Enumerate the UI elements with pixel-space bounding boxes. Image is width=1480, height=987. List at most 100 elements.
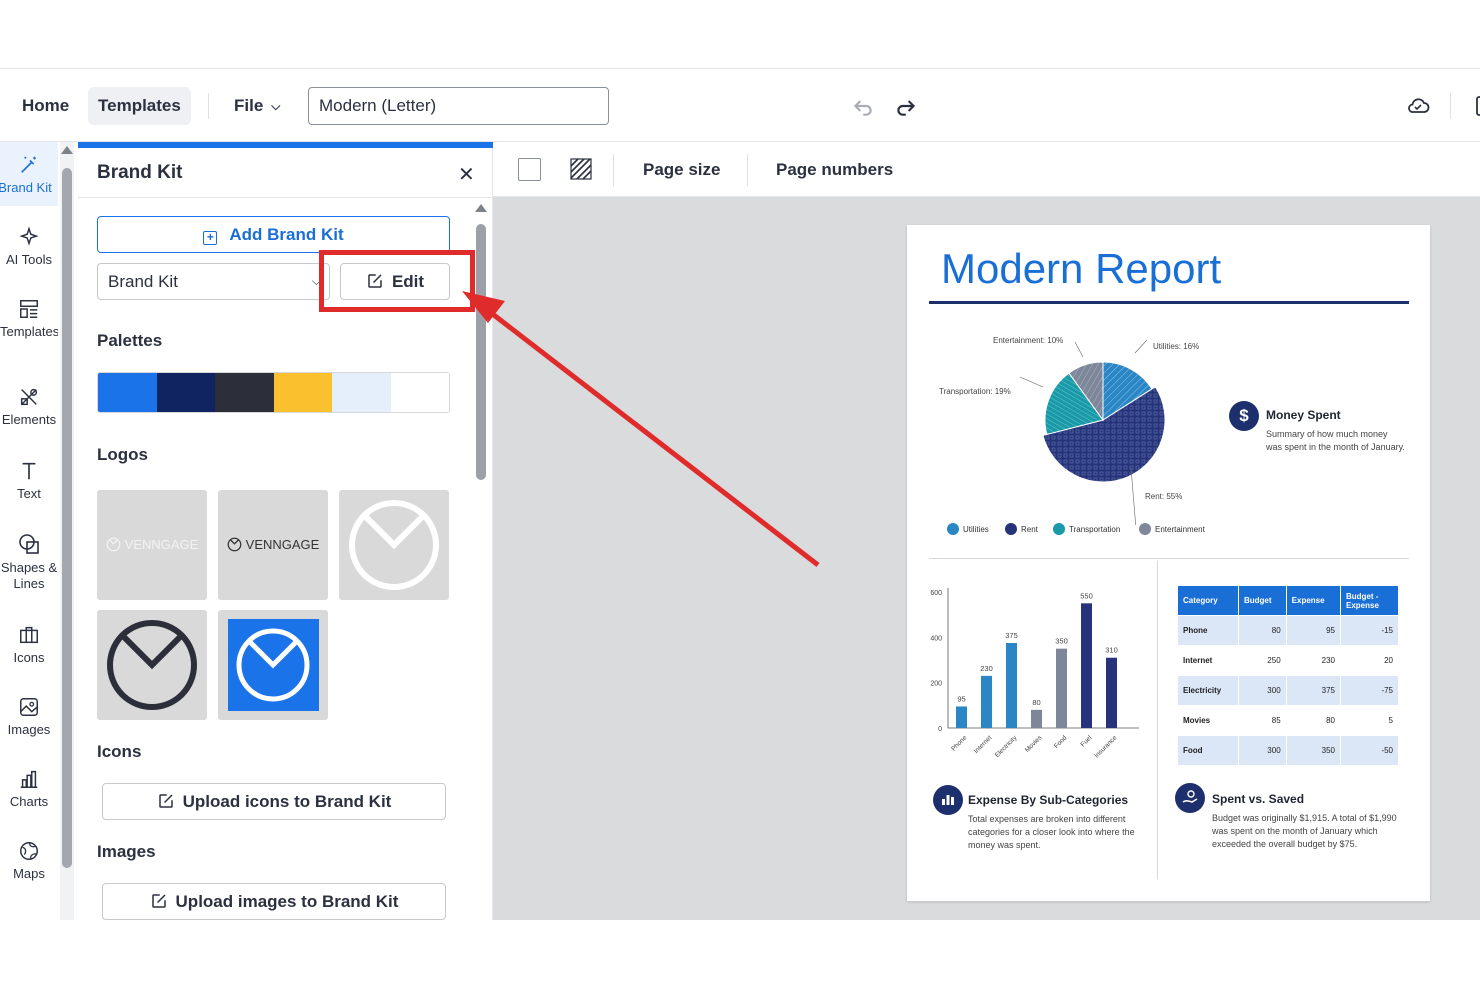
- background-color-swatch[interactable]: [518, 158, 541, 181]
- bar-category-label: Fuel: [1080, 734, 1094, 748]
- rail-item-label: Elements: [1, 412, 57, 427]
- spent-saved-text[interactable]: Budget was originally $1,915. A total of…: [1212, 812, 1397, 851]
- logo-tile[interactable]: [339, 490, 449, 600]
- logo-text: VENNGAGE: [245, 537, 320, 552]
- pie-label-rent: Rent: 55%: [1145, 492, 1183, 501]
- templates-button[interactable]: Templates: [88, 87, 191, 125]
- rail-item-charts[interactable]: Charts: [0, 768, 58, 809]
- rail-item-elements[interactable]: Elements: [0, 386, 58, 427]
- image-icon: [20, 698, 38, 716]
- report-title[interactable]: Modern Report: [941, 245, 1221, 293]
- edit-button[interactable]: Edit: [340, 263, 450, 300]
- money-spent-heading[interactable]: Money Spent: [1266, 408, 1341, 422]
- table-row[interactable]: Electricity 300 375 -75: [1177, 675, 1399, 706]
- rail-item-shapes[interactable]: Shapes & Lines: [0, 532, 58, 592]
- bar-internet[interactable]: [981, 675, 992, 728]
- legend-item: Entertainment: [1139, 523, 1205, 535]
- undo-icon[interactable]: [850, 93, 876, 119]
- left-rail: Brand Kit AI Tools Templates Elements Te…: [0, 142, 60, 920]
- images-heading: Images: [97, 842, 156, 861]
- budget-table[interactable]: Category Budget Expense Budget - Expense Ph…: [1177, 585, 1399, 766]
- table-row[interactable]: Phone 80 95 -15: [1177, 615, 1399, 646]
- money-spent-text[interactable]: Summary of how much money was spent in t…: [1266, 428, 1406, 454]
- bar-chart-icon: [20, 770, 38, 788]
- rail-item-maps[interactable]: Maps: [0, 840, 58, 881]
- page-size-button[interactable]: Page size: [643, 160, 721, 180]
- rail-item-templates[interactable]: Templates: [0, 298, 58, 339]
- scroll-up-icon[interactable]: [475, 204, 487, 212]
- brand-kit-panel: Brand Kit ✕ + Add Brand Kit Brand Kit ⌵ Ed…: [78, 142, 493, 920]
- palette-swatch[interactable]: [98, 373, 157, 412]
- venngage-logo-icon: [107, 620, 197, 710]
- document-page[interactable]: Modern Report Entertainment: 10% Utiliti…: [907, 225, 1430, 901]
- scroll-thumb[interactable]: [476, 224, 486, 480]
- rail-item-text[interactable]: Text: [0, 460, 58, 501]
- table-header-cell: Category: [1177, 585, 1239, 616]
- palette-swatch[interactable]: [215, 373, 274, 412]
- bar-food[interactable]: [1056, 648, 1067, 728]
- close-icon[interactable]: ✕: [458, 162, 475, 187]
- expense-categories-text[interactable]: Total expenses are broken into different…: [968, 813, 1143, 852]
- logo-tile[interactable]: [218, 610, 328, 720]
- table-cell: 300: [1237, 735, 1287, 766]
- chevron-down-icon: ⌵: [311, 274, 321, 288]
- bar-phone[interactable]: [956, 706, 967, 728]
- logo-tile[interactable]: [97, 610, 207, 720]
- bar-electricity[interactable]: [1006, 643, 1017, 728]
- divider: [613, 154, 614, 186]
- pie-label-transportation: Transportation: 19%: [939, 387, 1011, 396]
- rail-item-label: Templates: [0, 324, 58, 339]
- upload-icon: [151, 894, 166, 908]
- table-cell: 350: [1285, 735, 1342, 766]
- panel-icon[interactable]: [1468, 93, 1480, 119]
- pattern-icon[interactable]: [570, 158, 592, 180]
- canvas-area[interactable]: Modern Report Entertainment: 10% Utiliti…: [493, 197, 1480, 920]
- cloud-sync-icon[interactable]: [1405, 93, 1431, 119]
- bar-ytick: 200: [930, 681, 942, 688]
- palettes-heading: Palettes: [97, 331, 163, 350]
- logo-tile[interactable]: VENNGAGE: [218, 490, 328, 600]
- spent-saved-heading[interactable]: Spent vs. Saved: [1212, 792, 1304, 806]
- upload-icons-button[interactable]: Upload icons to Brand Kit: [102, 783, 446, 820]
- table-row[interactable]: Movies 85 80 5: [1177, 705, 1399, 736]
- bar-chart[interactable]: 0 200 400 600 95 Phone 230 Internet 375 Electrici…: [927, 580, 1152, 770]
- file-menu-button[interactable]: File ⌵: [224, 87, 290, 125]
- upload-images-button[interactable]: Upload images to Brand Kit: [102, 883, 446, 920]
- logo-tile[interactable]: VENNGAGE: [97, 490, 207, 600]
- brand-palette[interactable]: [97, 372, 450, 413]
- table-header-cell: Expense: [1285, 585, 1342, 616]
- bar-category-label: Internet: [973, 734, 994, 755]
- pie-leader-line: [1130, 467, 1137, 525]
- palette-swatch[interactable]: [332, 373, 391, 412]
- bar-movies[interactable]: [1031, 709, 1042, 728]
- palette-swatch[interactable]: [273, 373, 332, 412]
- scroll-thumb[interactable]: [62, 168, 72, 868]
- rail-item-images[interactable]: Images: [0, 696, 58, 737]
- magic-wand-icon: [21, 156, 36, 173]
- brand-kit-select[interactable]: Brand Kit ⌵: [97, 263, 330, 300]
- table-row[interactable]: Internet 250 230 20: [1177, 645, 1399, 676]
- scroll-up-icon[interactable]: [61, 146, 73, 154]
- bar-fuel[interactable]: [1081, 603, 1092, 728]
- table-row[interactable]: Food 300 350 -50: [1177, 735, 1399, 766]
- bar-value-label: 375: [1005, 631, 1018, 640]
- rail-scrollbar[interactable]: [60, 142, 74, 920]
- page-numbers-button[interactable]: Page numbers: [776, 160, 893, 180]
- redo-icon[interactable]: [893, 93, 919, 119]
- icons-heading: Icons: [97, 742, 142, 761]
- expense-categories-heading[interactable]: Expense By Sub-Categories: [968, 793, 1128, 807]
- rail-item-ai-tools[interactable]: AI Tools: [0, 226, 58, 267]
- bar-insurance[interactable]: [1106, 657, 1117, 728]
- palette-swatch[interactable]: [390, 373, 449, 412]
- rail-item-icons[interactable]: Icons: [0, 624, 58, 665]
- bar-value-label: 310: [1105, 646, 1118, 655]
- home-button[interactable]: Home: [12, 87, 79, 125]
- pie-leader-line: [1134, 339, 1148, 354]
- document-title-input[interactable]: Modern (Letter): [308, 87, 609, 125]
- chart-badge-icon: [933, 785, 963, 815]
- add-brand-kit-button[interactable]: + Add Brand Kit: [97, 216, 450, 253]
- panel-scrollbar[interactable]: [475, 204, 487, 920]
- palette-swatch[interactable]: [156, 373, 215, 412]
- rail-item-brand-kit[interactable]: Brand Kit: [0, 142, 58, 206]
- logo-wordmark: VENNGAGE: [218, 537, 328, 552]
